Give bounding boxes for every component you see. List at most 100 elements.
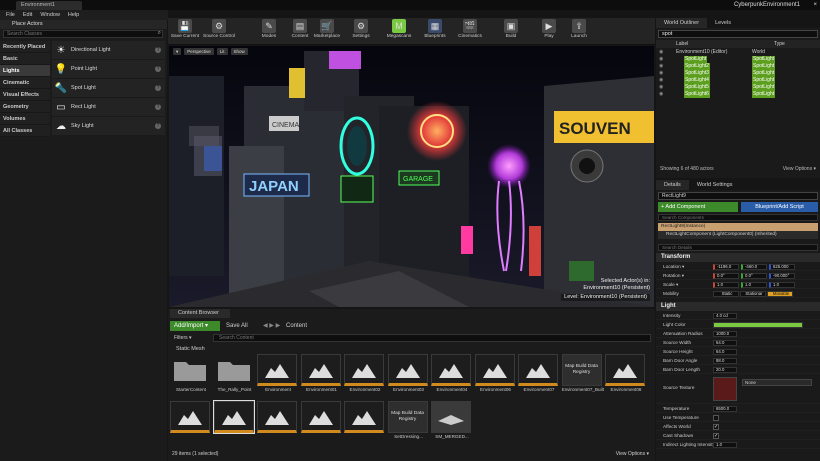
type-column-header[interactable]: Type xyxy=(774,40,785,48)
property-value[interactable]: 64.0 xyxy=(713,348,737,355)
marketplace-button[interactable]: 🛒 Marketplace xyxy=(310,19,344,44)
visibility-eye-icon[interactable]: ◉ xyxy=(659,91,663,98)
viewport-button-show[interactable]: Show xyxy=(230,48,248,55)
outliner-row[interactable]: ◉ SpotLight6 SpotLight xyxy=(656,91,820,98)
asset-tile[interactable] xyxy=(212,400,256,447)
close-icon[interactable]: × xyxy=(813,0,817,10)
category-visual-effects[interactable]: Visual Effects xyxy=(0,89,50,101)
property-checkbox[interactable] xyxy=(713,414,719,421)
blueprints-button[interactable]: ▦ Blueprints xyxy=(418,19,452,44)
asset-tile[interactable] xyxy=(170,401,212,447)
help-icon[interactable]: ? xyxy=(155,66,161,72)
outliner-row[interactable]: ◉ SpotLight5 SpotLight xyxy=(656,84,820,91)
visibility-eye-icon[interactable]: ◉ xyxy=(659,63,663,70)
category-volumes[interactable]: Volumes xyxy=(0,113,50,125)
help-icon[interactable]: ? xyxy=(155,47,161,53)
label-column-header[interactable]: Label xyxy=(676,40,688,48)
nav-arrows[interactable]: ◀ ▶ ▶ xyxy=(263,321,280,331)
help-icon[interactable]: ? xyxy=(155,104,161,110)
category-all-classes[interactable]: All Classes xyxy=(0,125,50,137)
menu-edit[interactable]: Edit xyxy=(23,10,32,20)
visibility-eye-icon[interactable]: ◉ xyxy=(659,56,663,63)
category-recently-placed[interactable]: Recently Placed xyxy=(0,41,50,53)
asset-tile[interactable]: Environment04 xyxy=(431,354,473,400)
visibility-eye-icon[interactable]: ◉ xyxy=(659,70,663,77)
asset-tile[interactable] xyxy=(300,401,343,447)
asset-tile[interactable]: Environment03 xyxy=(387,354,430,400)
outliner-view-options[interactable]: View Options ▾ xyxy=(783,164,816,174)
viewport-button-perspective[interactable]: Perspective xyxy=(184,48,214,55)
asset-tile[interactable] xyxy=(257,401,299,447)
property-value[interactable]: 1000.0 xyxy=(713,330,737,337)
property-value[interactable]: 88.0 xyxy=(713,357,737,364)
visibility-eye-icon[interactable]: ◉ xyxy=(659,77,663,84)
menu-file[interactable]: File xyxy=(6,10,15,20)
mobility-movable[interactable]: Movable xyxy=(767,290,793,297)
scale-z[interactable]: 1.0 xyxy=(769,281,795,288)
asset-tile[interactable]: SM_MERGED... xyxy=(431,401,473,447)
viewport-button-lit[interactable]: Lit xyxy=(216,48,228,55)
outliner-row[interactable]: ◉ SpotLight SpotLight xyxy=(656,56,820,63)
light-item[interactable]: ☀ Directional Light? xyxy=(52,41,165,60)
light-item[interactable]: ▭ Rect Light? xyxy=(52,98,165,117)
asset-tile[interactable]: StarterContent xyxy=(170,354,212,400)
mobility-static[interactable]: Static xyxy=(713,290,739,297)
asset-tile[interactable]: Environment02 xyxy=(344,354,386,400)
tab-levels[interactable]: Levels xyxy=(707,18,739,28)
light-item[interactable]: 💡 Point Light? xyxy=(52,60,165,79)
help-icon[interactable]: ? xyxy=(155,123,161,129)
menu-help[interactable]: Help xyxy=(68,10,79,20)
light-item[interactable]: 🔦 Spot Light? xyxy=(52,79,165,98)
texture-thumbnail[interactable] xyxy=(713,377,737,401)
cinematics-button[interactable]: 🎬 Cinematics xyxy=(453,19,487,44)
launch-button[interactable]: ⇪ Launch xyxy=(562,19,596,44)
modes-button[interactable]: ✎ Modes xyxy=(252,19,286,44)
asset-tile[interactable]: Environment06 xyxy=(474,354,517,400)
outliner-row[interactable]: ◉ SpotLight3 SpotLight xyxy=(656,70,820,77)
asset-tile[interactable]: Environment xyxy=(257,354,299,400)
level-viewport[interactable]: SOUVEN CINEMA JAPAN GARAGE ▾ Perspective L… xyxy=(169,46,654,307)
asset-tile[interactable] xyxy=(344,401,386,447)
add-component-button[interactable]: + Add Component xyxy=(658,202,738,212)
location-x[interactable]: -1196.0 xyxy=(713,263,739,270)
asset-tile[interactable]: Environment08 xyxy=(605,354,647,400)
outliner-search-input[interactable]: spot xyxy=(658,30,818,38)
play-button[interactable]: ▶ Play xyxy=(532,19,566,44)
asset-tile[interactable]: Map Build Data Registry Environment07_Bui… xyxy=(561,354,604,400)
light-color-swatch[interactable] xyxy=(713,321,803,328)
scale-x[interactable]: 1.0 xyxy=(713,281,739,288)
build-button[interactable]: ▣ Build xyxy=(494,19,528,44)
mobility-stationary[interactable]: Stationar xyxy=(740,290,766,297)
location-z[interactable]: 625.000 xyxy=(769,263,795,270)
content-browser-tab[interactable]: Content Browser xyxy=(170,309,230,318)
rotation-z[interactable]: -90.000° xyxy=(769,272,795,279)
scale-y[interactable]: 1.0 xyxy=(741,281,767,288)
save-all-button[interactable]: Save All xyxy=(226,321,248,331)
menu-window[interactable]: Window xyxy=(40,10,60,20)
filter-tag-static-mesh[interactable]: Static Mesh xyxy=(176,346,205,352)
property-value[interactable]: 1.0 xyxy=(713,441,737,448)
details-search-input[interactable]: Search Details xyxy=(658,244,818,251)
content-view-options[interactable]: View Options ▾ xyxy=(616,451,649,457)
asset-tile[interactable]: Map Build Data Registry SetDressing... xyxy=(387,401,430,447)
visibility-eye-icon[interactable]: ◉ xyxy=(659,49,663,56)
rotation-x[interactable]: 0.0° xyxy=(713,272,739,279)
settings-button[interactable]: ⚙ Settings xyxy=(344,19,378,44)
place-actors-tab[interactable]: Place Actors xyxy=(0,20,167,29)
class-search-input[interactable]: Search Classes xyxy=(3,30,163,38)
viewport-button-menu[interactable]: ▾ xyxy=(173,48,182,55)
asset-tile[interactable]: Environment07 xyxy=(518,354,560,400)
property-value[interactable]: 6500.0 xyxy=(713,405,737,412)
add-import-button[interactable]: Add/Import ▾ xyxy=(170,321,220,331)
asset-tile[interactable]: Environment01 xyxy=(300,354,343,400)
property-checkbox[interactable]: ✓ xyxy=(713,423,719,430)
blueprint-add-script-button[interactable]: Blueprint/Add Script xyxy=(741,202,818,212)
save-current-button[interactable]: 💾 Save Current xyxy=(168,19,202,44)
category-geometry[interactable]: Geometry xyxy=(0,101,50,113)
outliner-row[interactable]: ◉ SpotLight2 SpotLight xyxy=(656,63,820,70)
component-root[interactable]: RectLight9(Instance) xyxy=(658,223,818,231)
category-lights[interactable]: Lights xyxy=(0,65,50,77)
asset-tile[interactable]: The_Rally_Point xyxy=(214,354,256,400)
property-value[interactable]: 64.0 xyxy=(713,339,737,346)
help-icon[interactable]: ? xyxy=(155,85,161,91)
